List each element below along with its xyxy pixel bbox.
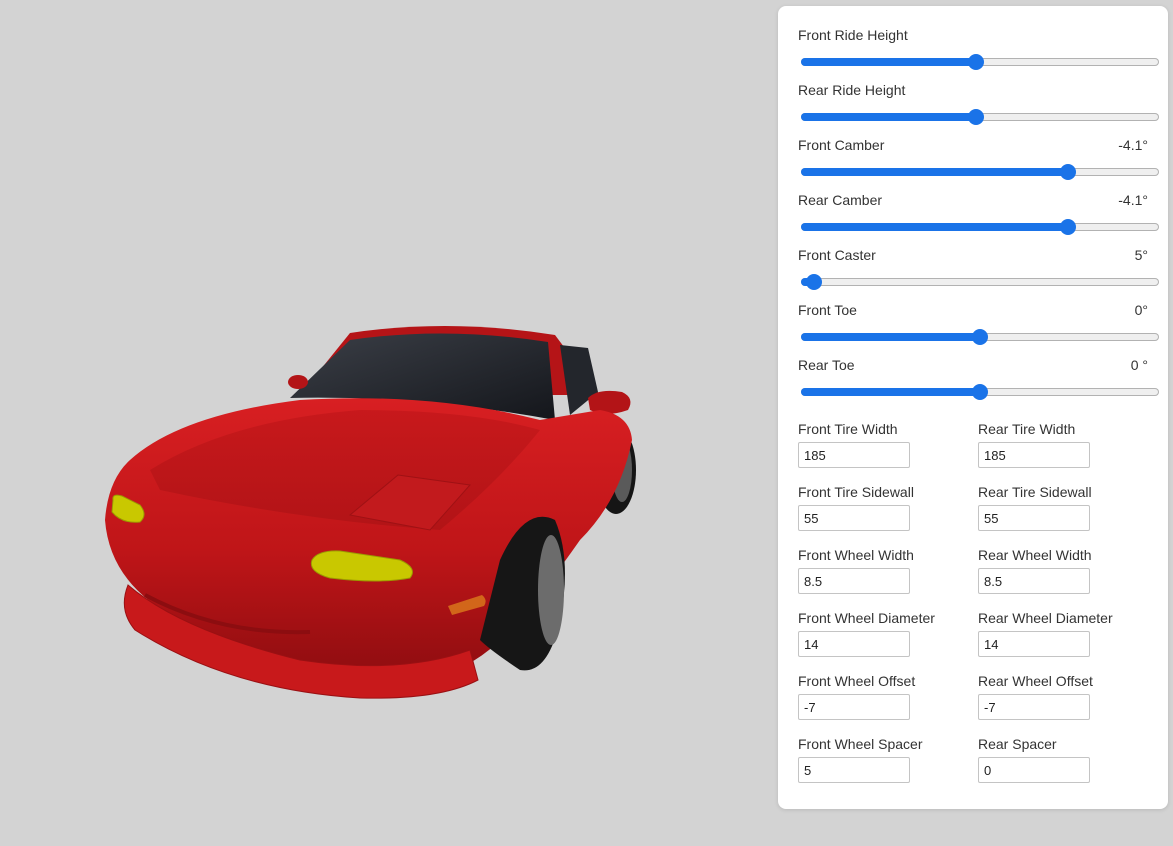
number-input[interactable] [978,568,1090,594]
number-input[interactable] [798,631,910,657]
number-field: Rear Tire Width [978,421,1158,471]
slider-row: Front Camber -4.1° [798,137,1161,187]
slider-track[interactable] [801,274,1159,290]
slider-row: Front Toe 0° [798,302,1161,352]
slider-track[interactable] [801,164,1159,180]
slider-value: 0° [1134,302,1148,318]
field-label: Front Wheel Diameter [798,610,935,626]
slider-row: Rear Ride Height [798,82,1161,132]
slider-fill [801,333,980,341]
number-input[interactable] [798,442,910,468]
number-field: Front Wheel Diameter [798,610,978,660]
slider-thumb[interactable] [1059,164,1076,180]
left-mirror [288,375,308,389]
slider-fill [801,113,977,121]
field-label: Front Wheel Offset [798,673,916,689]
slider-thumb[interactable] [972,329,988,345]
slider-thumb[interactable] [972,384,988,400]
number-input[interactable] [978,631,1090,657]
number-field: Rear Wheel Offset [978,673,1158,723]
number-field: Rear Tire Sidewall [978,484,1158,534]
number-input[interactable] [798,505,910,531]
slider-label: Front Caster [798,247,876,263]
slider-value: 5° [1134,247,1148,263]
slider-track[interactable] [801,54,1159,70]
slider-track[interactable] [801,329,1159,345]
slider-fill [801,168,1068,176]
field-label: Rear Spacer [978,736,1057,752]
number-input[interactable] [798,568,910,594]
slider-value: 0 ° [1130,357,1148,373]
slider-track[interactable] [801,384,1159,400]
slider-row: Front Caster 5° [798,247,1161,297]
slider-row: Front Ride Height [798,27,1161,77]
slider-label: Front Ride Height [798,27,908,43]
field-label: Rear Tire Width [978,421,1076,437]
slider-track[interactable] [801,109,1159,125]
number-field: Front Tire Width [798,421,978,471]
slider-label: Front Camber [798,137,885,153]
suspension-panel: Front Ride Height Rear Ride Height Front C… [778,6,1168,809]
field-label: Front Tire Sidewall [798,484,914,500]
slider-label: Front Toe [798,302,857,318]
slider-fill [801,223,1068,231]
slider-label: Rear Ride Height [798,82,906,98]
slider-value: -4.1° [1118,192,1148,208]
number-field: Rear Wheel Diameter [978,610,1158,660]
slider-row: Rear Camber -4.1° [798,192,1161,242]
field-label: Front Wheel Width [798,547,914,563]
number-input[interactable] [978,442,1090,468]
right-mirror [588,390,631,414]
number-field: Front Wheel Width [798,547,978,597]
car-render [105,325,636,699]
number-field: Front Wheel Spacer [798,736,978,786]
number-input[interactable] [798,694,910,720]
number-input[interactable] [978,757,1090,783]
slider-thumb[interactable] [805,274,822,290]
number-field: Rear Wheel Width [978,547,1158,597]
number-field: Front Wheel Offset [798,673,978,723]
field-label: Rear Tire Sidewall [978,484,1092,500]
field-label: Front Wheel Spacer [798,736,923,752]
slider-track[interactable] [801,219,1159,235]
number-field: Rear Spacer [978,736,1158,786]
slider-label: Rear Camber [798,192,883,208]
slider-row: Rear Toe 0 ° [798,357,1161,407]
slider-thumb[interactable] [1059,219,1076,235]
number-field: Front Tire Sidewall [798,484,978,534]
slider-thumb[interactable] [968,54,985,70]
field-label: Front Tire Width [798,421,898,437]
slider-label: Rear Toe [798,357,855,373]
number-input[interactable] [978,505,1090,531]
slider-thumb[interactable] [968,109,985,125]
field-label: Rear Wheel Offset [978,673,1093,689]
number-input[interactable] [978,694,1090,720]
slider-fill [801,388,980,396]
number-input[interactable] [798,757,910,783]
field-label: Rear Wheel Diameter [978,610,1113,626]
slider-value: -4.1° [1118,137,1148,153]
slider-fill [801,58,977,66]
field-label: Rear Wheel Width [978,547,1092,563]
